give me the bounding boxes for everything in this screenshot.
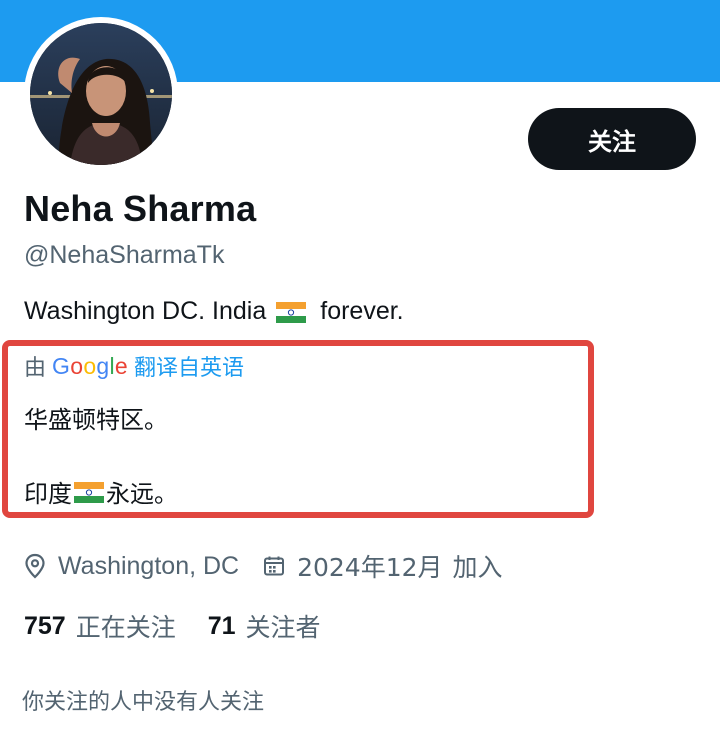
map-pin-icon xyxy=(24,553,46,579)
translated-by-label: 由 xyxy=(24,356,47,381)
translated-bio-line-1: 华盛顿特区。 xyxy=(24,406,168,434)
followed-by-notice: 你关注的人中没有人关注 xyxy=(22,690,265,715)
avatar-image[interactable] xyxy=(30,23,172,165)
location-text: Washington, DC xyxy=(58,551,240,580)
translated-bio-line-2: 印度 永远。 xyxy=(24,474,178,509)
translation-attribution[interactable]: 由 Google 翻译自英语 xyxy=(24,350,244,382)
user-handle: @NehaSharmaTk xyxy=(24,241,225,269)
translated-line-2-end: 永远。 xyxy=(106,480,178,508)
following-link[interactable]: 757 正在关注 xyxy=(24,608,176,644)
avatar[interactable] xyxy=(24,17,178,171)
joined-label: 加入 xyxy=(452,553,503,582)
profile-bio: Washington DC. India forever. xyxy=(24,297,404,326)
following-label: 正在关注 xyxy=(75,613,176,642)
translated-line-2-start: 印度 xyxy=(24,480,72,508)
bio-text-end: forever. xyxy=(320,297,404,325)
google-logo: Google xyxy=(52,352,129,379)
calendar-icon xyxy=(263,555,285,577)
following-count: 757 xyxy=(24,611,66,640)
followers-link[interactable]: 71 关注者 xyxy=(208,608,321,644)
india-flag-icon xyxy=(276,301,307,323)
joined-date: 2024年12月 xyxy=(297,553,443,582)
follow-stats: 757 正在关注 71 关注者 xyxy=(24,608,321,644)
follow-button[interactable]: 关注 xyxy=(528,108,696,170)
followers-count: 71 xyxy=(207,611,236,640)
profile-meta: Washington, DC 2024年12月 加入 xyxy=(24,548,503,584)
followers-label: 关注者 xyxy=(245,613,321,642)
bio-text-start: Washington DC. India xyxy=(24,297,267,325)
india-flag-icon xyxy=(74,481,104,503)
display-name: Neha Sharma xyxy=(24,188,257,229)
translated-from-label: 翻译自英语 xyxy=(134,356,245,381)
